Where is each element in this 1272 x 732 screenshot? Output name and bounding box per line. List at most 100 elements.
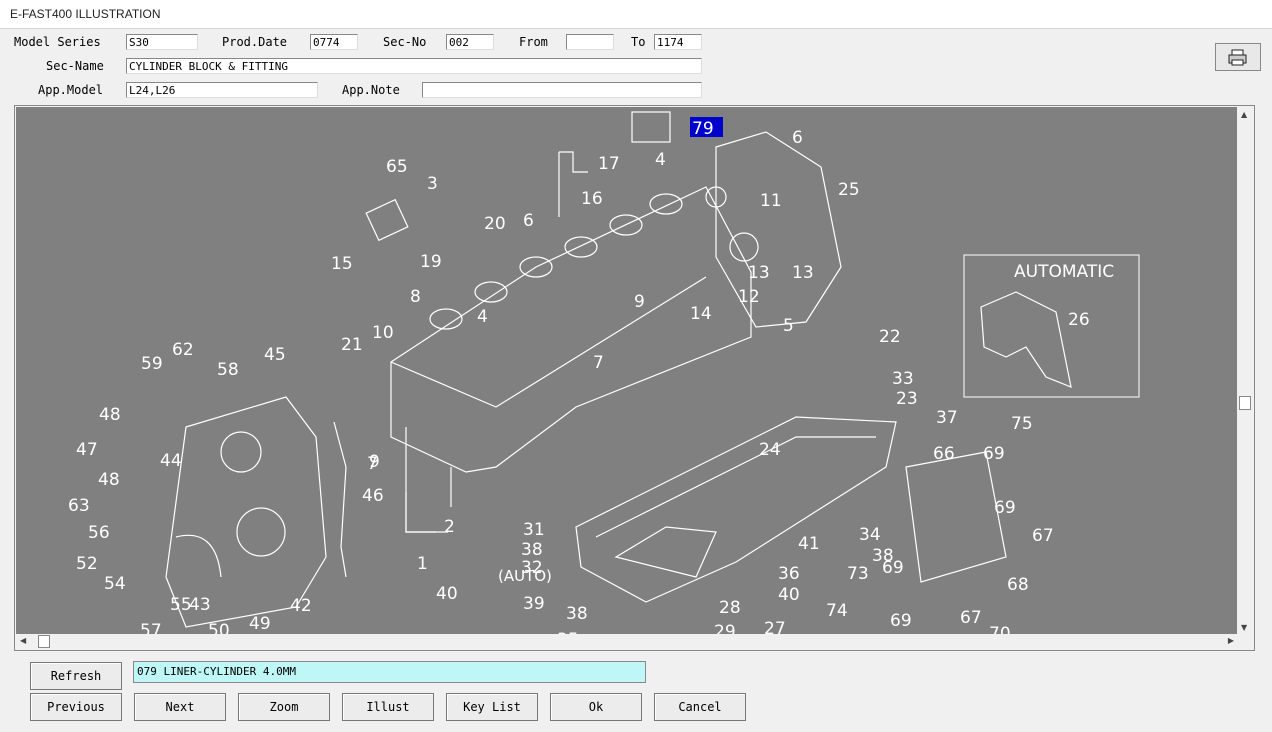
callout-54[interactable]: 54 [104, 574, 126, 594]
model-series-field[interactable]: S30 [126, 34, 198, 50]
callout-69[interactable]: 69 [994, 498, 1016, 518]
callout-17[interactable]: 17 [598, 154, 620, 174]
callout-21[interactable]: 21 [341, 335, 363, 355]
horizontal-scrollbar[interactable]: ◀ ▶ [16, 634, 1238, 649]
callout-40[interactable]: 40 [436, 584, 458, 604]
illustration-canvas[interactable]: 65 3 17 16 20 6 4 6 25 11 15 19 13 13 12 9 14 5 8 4 22 10 21 7 9… [16, 107, 1238, 635]
callout-73[interactable]: 73 [847, 564, 869, 584]
callout-68[interactable]: 68 [1007, 575, 1029, 595]
callout-9[interactable]: 9 [634, 292, 645, 312]
callout-62[interactable]: 62 [172, 340, 194, 360]
callout-26[interactable]: 26 [1068, 310, 1090, 330]
callout-4[interactable]: 4 [477, 307, 488, 327]
to-field[interactable]: 1174 [654, 34, 702, 50]
callout-63[interactable]: 63 [68, 496, 90, 516]
callout-5[interactable]: 5 [783, 316, 794, 336]
callout-41[interactable]: 41 [798, 534, 820, 554]
callout-42[interactable]: 42 [290, 596, 312, 616]
callout-23[interactable]: 23 [896, 389, 918, 409]
sec-name-field[interactable]: CYLINDER BLOCK & FITTING [126, 58, 702, 74]
vertical-scroll-thumb[interactable] [1239, 396, 1251, 410]
callout-69[interactable]: 69 [983, 444, 1005, 464]
key-list-button[interactable]: Key List [446, 693, 538, 721]
callout-74[interactable]: 74 [826, 601, 848, 621]
callout-3[interactable]: 3 [427, 174, 438, 194]
callout-8[interactable]: 8 [410, 287, 421, 307]
callout-16[interactable]: 16 [581, 189, 603, 209]
zoom-button[interactable]: Zoom [238, 693, 330, 721]
callout-15[interactable]: 15 [331, 254, 353, 274]
from-field[interactable] [566, 34, 614, 50]
callout-46[interactable]: 46 [362, 486, 384, 506]
callout-1[interactable]: 1 [417, 554, 428, 574]
callout-13[interactable]: 13 [748, 263, 770, 283]
callout-24[interactable]: 24 [759, 440, 781, 460]
scroll-down-icon[interactable]: ▼ [1241, 623, 1247, 632]
horizontal-scroll-thumb[interactable] [38, 635, 50, 648]
callout-31[interactable]: 31 [523, 520, 545, 540]
next-button[interactable]: Next [134, 693, 226, 721]
callout-14[interactable]: 14 [690, 304, 712, 324]
callout-2[interactable]: 2 [444, 517, 455, 537]
print-button[interactable] [1215, 43, 1261, 71]
previous-button[interactable]: Previous [30, 693, 122, 721]
callout-6[interactable]: 6 [523, 211, 534, 231]
sec-no-field[interactable]: 002 [446, 34, 494, 50]
callout-43[interactable]: 43 [189, 595, 211, 615]
callout-38[interactable]: 38 [566, 604, 588, 624]
callout-20[interactable]: 20 [484, 214, 506, 234]
callout-75[interactable]: 75 [1011, 414, 1033, 434]
callout-34[interactable]: 34 [859, 525, 881, 545]
callout-37[interactable]: 37 [936, 408, 958, 428]
callout-69[interactable]: 69 [882, 558, 904, 578]
app-model-field[interactable]: L24,L26 [126, 82, 318, 98]
callout-6[interactable]: 6 [792, 128, 803, 148]
callout-40[interactable]: 40 [778, 585, 800, 605]
scroll-left-icon[interactable]: ◀ [20, 636, 26, 645]
callout-7[interactable]: 7 [593, 353, 604, 373]
callout-58[interactable]: 58 [217, 360, 239, 380]
callout-7[interactable]: 7 [367, 454, 378, 474]
callout-33[interactable]: 33 [892, 369, 914, 389]
illust-button[interactable]: Illust [342, 693, 434, 721]
callout-36[interactable]: 36 [778, 564, 800, 584]
title-bar: E-FAST400 ILLUSTRATION [0, 0, 1272, 29]
callout-65[interactable]: 65 [386, 157, 408, 177]
callout-56[interactable]: 56 [88, 523, 110, 543]
callout-50[interactable]: 50 [208, 621, 230, 635]
callout-25[interactable]: 25 [838, 180, 860, 200]
callout-10[interactable]: 10 [372, 323, 394, 343]
callout-49[interactable]: 49 [249, 614, 271, 634]
callout-48[interactable]: 48 [98, 470, 120, 490]
scroll-right-icon[interactable]: ▶ [1228, 636, 1234, 645]
scroll-up-icon[interactable]: ▲ [1241, 110, 1247, 119]
callout-57[interactable]: 57 [140, 621, 162, 635]
app-note-field[interactable] [422, 82, 702, 98]
callout-12[interactable]: 12 [738, 287, 760, 307]
selected-callout[interactable]: 79 [692, 119, 714, 139]
cancel-button[interactable]: Cancel [654, 693, 746, 721]
refresh-button[interactable]: Refresh [30, 662, 122, 690]
callout-67[interactable]: 67 [1032, 526, 1054, 546]
callout-19[interactable]: 19 [420, 252, 442, 272]
callout-39[interactable]: 39 [523, 594, 545, 614]
callout-52[interactable]: 52 [76, 554, 98, 574]
callout-45[interactable]: 45 [264, 345, 286, 365]
callout-66[interactable]: 66 [933, 444, 955, 464]
callout-11[interactable]: 11 [760, 191, 782, 211]
callout-67[interactable]: 67 [960, 608, 982, 628]
vertical-scrollbar[interactable]: ▲ ▼ [1237, 107, 1253, 635]
callout-27[interactable]: 27 [764, 619, 786, 635]
callout-48[interactable]: 48 [99, 405, 121, 425]
ok-button[interactable]: Ok [550, 693, 642, 721]
callout-22[interactable]: 22 [879, 327, 901, 347]
callout-44[interactable]: 44 [160, 451, 182, 471]
callout-13[interactable]: 13 [792, 263, 814, 283]
callout-28[interactable]: 28 [719, 598, 741, 618]
callout-4[interactable]: 4 [655, 150, 666, 170]
callout-59[interactable]: 59 [141, 354, 163, 374]
callout-47[interactable]: 47 [76, 440, 98, 460]
callout-69[interactable]: 69 [890, 611, 912, 631]
prod-date-field[interactable]: 0774 [310, 34, 358, 50]
callout-38[interactable]: 38 [521, 540, 543, 560]
